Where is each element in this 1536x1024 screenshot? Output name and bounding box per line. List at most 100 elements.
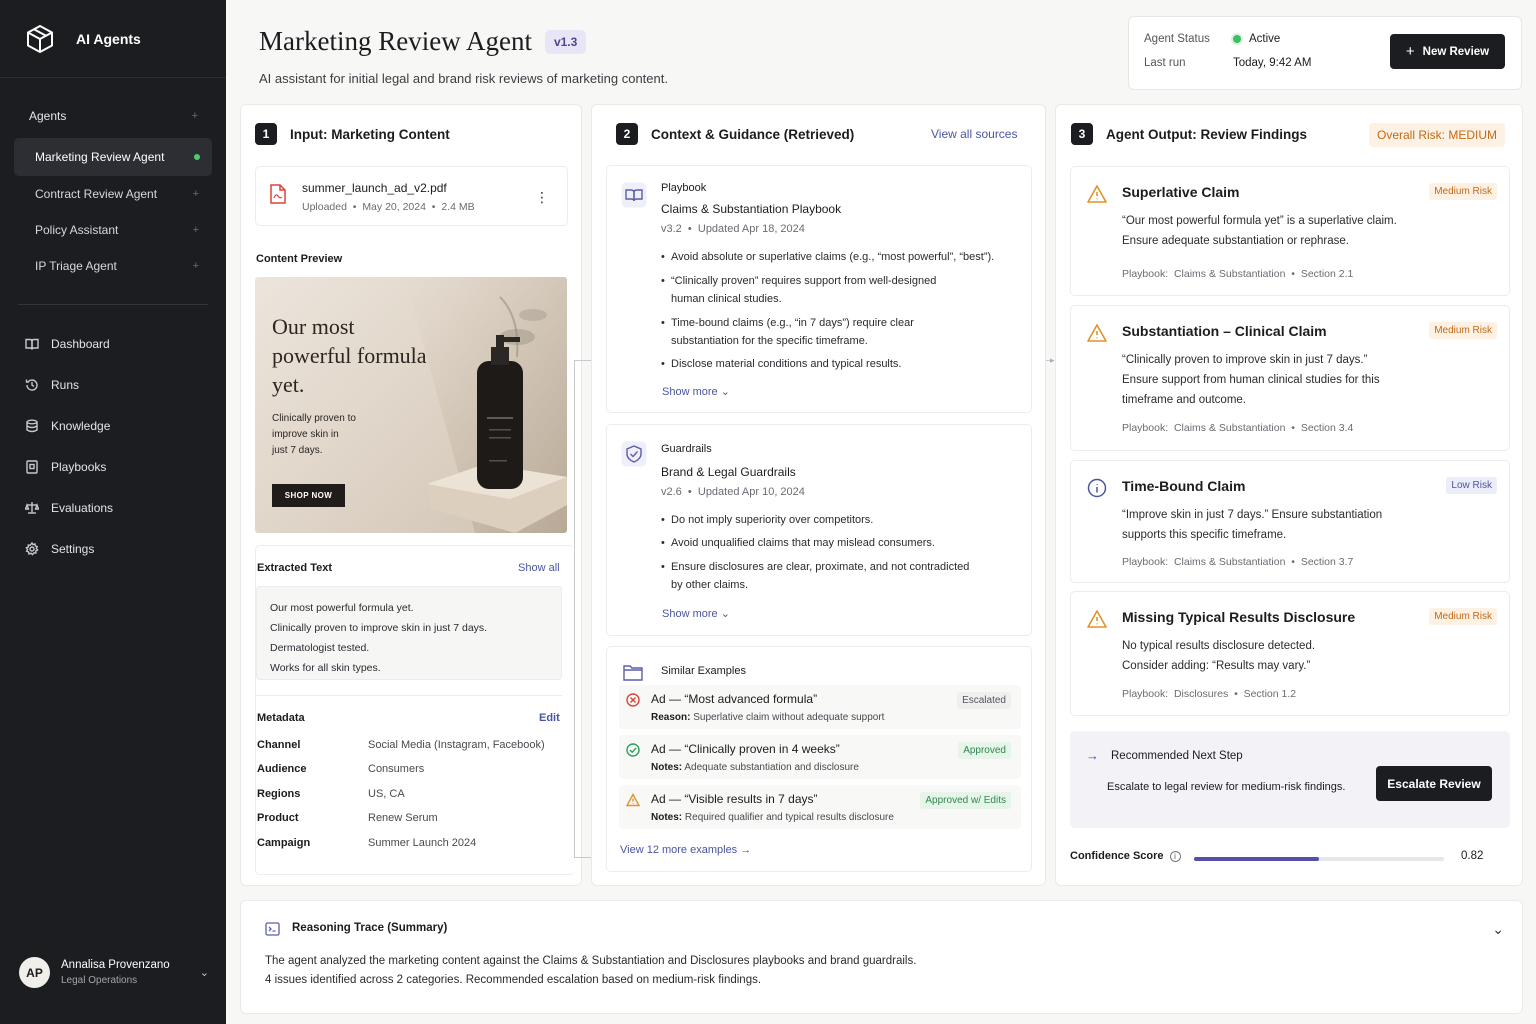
similar-examples-card: Similar Examples Ad — “Most advanced for… [606, 646, 1032, 872]
ref-section: Section 1.2 [1243, 688, 1297, 700]
ref-doc: Claims & Substantiation [1173, 556, 1286, 568]
sidebar-agent-contract-review[interactable]: Contract Review Agent + [0, 176, 226, 212]
x-circle-icon [626, 693, 640, 707]
version-text: v2.6 [661, 486, 682, 498]
finding-card[interactable]: Time-Bound Claim Low Risk “Improve skin … [1070, 460, 1510, 583]
nav-dashboard[interactable]: Dashboard [0, 323, 226, 364]
file-card[interactable]: summer_launch_ad_v2.pdf Uploaded • May 2… [255, 166, 568, 226]
finding-body: “Clinically proven to improve skin in ju… [1122, 350, 1442, 410]
example-row[interactable]: Ad — “Visible results in 7 days” Notes: … [619, 785, 1021, 829]
example-title: Ad — “Clinically proven in 4 weeks” [651, 742, 840, 756]
sidebar-agent-ip-triage[interactable]: IP Triage Agent + [0, 248, 226, 284]
finding-card[interactable]: Substantiation – Clinical Claim Medium R… [1070, 305, 1510, 451]
bullet-line: Ensure disclosures are clear, proximate,… [671, 561, 970, 573]
finding-line: “Improve skin in just 7 days.” Ensure su… [1122, 509, 1383, 521]
bullet-line: substantiation for the specific timefram… [671, 335, 868, 347]
nav-evaluations[interactable]: Evaluations [0, 487, 226, 528]
trace-icon [265, 922, 280, 936]
ad-headline-line: powerful formula [272, 343, 427, 368]
ad-headline-line: yet. [272, 372, 305, 397]
output-panel-header: 3 Agent Output: Review Findings [1071, 123, 1307, 145]
note-label: Notes: [651, 762, 683, 773]
scale-icon [25, 501, 39, 514]
page-title: Marketing Review Agent [259, 26, 532, 56]
add-icon[interactable]: + [193, 224, 199, 236]
status-badge: Approved [958, 742, 1011, 759]
add-icon[interactable]: + [193, 188, 199, 200]
more-options-icon[interactable]: ⋮ [535, 189, 549, 206]
ad-body-line: Clinically proven to [272, 413, 356, 424]
user-info: Annalisa Provenzano Legal Operations [61, 959, 200, 986]
user-menu[interactable]: AP Annalisa Provenzano Legal Operations … [19, 957, 209, 988]
view-more-examples-link[interactable]: View 12 more examples → [620, 844, 751, 856]
version-text: v3.2 [661, 223, 682, 235]
nav-label: Settings [51, 541, 95, 556]
add-agent-icon[interactable]: + [192, 110, 198, 122]
sidebar-agent-marketing-review[interactable]: Marketing Review Agent [14, 138, 212, 176]
nav-knowledge[interactable]: Knowledge [0, 405, 226, 446]
finding-reference: Playbook: Claims & Substantiation • Sect… [1122, 556, 1354, 568]
nav-settings[interactable]: Settings [0, 528, 226, 569]
finding-line: No typical results disclosure detected. [1122, 640, 1316, 652]
new-review-button[interactable]: + New Review [1390, 34, 1505, 69]
example-row[interactable]: Ad — “Clinically proven in 4 weeks” Note… [619, 735, 1021, 779]
nav-runs[interactable]: Runs [0, 364, 226, 405]
divider [256, 695, 562, 696]
escalate-review-button[interactable]: Escalate Review [1376, 766, 1492, 801]
guardrail-bullet: Ensure disclosures are clear, proximate,… [661, 558, 969, 594]
metadata-key: Regions [257, 788, 301, 800]
active-status-dot [194, 154, 200, 160]
brand[interactable]: AI Agents [0, 0, 226, 78]
output-panel: 3 Agent Output: Review Findings Overall … [1055, 104, 1523, 886]
step-number: 2 [616, 123, 638, 145]
version-badge: v1.3 [544, 29, 587, 54]
examples-title: Similar Examples [661, 665, 746, 677]
last-run-label: Last run [1144, 57, 1186, 69]
show-more-link[interactable]: Show more ⌄ [662, 385, 730, 398]
arrow-right-icon: → [740, 844, 752, 856]
reasoning-trace[interactable]: Reasoning Trace (Summary) ⌄ The agent an… [240, 900, 1523, 1014]
example-row[interactable]: Ad — “Most advanced formula” Reason: Sup… [619, 685, 1021, 729]
chevron-down-icon[interactable]: ⌄ [200, 966, 209, 979]
reasoning-line: The agent analyzed the marketing content… [265, 955, 917, 967]
guardrail-bullet: Do not imply superiority over competitor… [661, 511, 873, 529]
sidebar: AI Agents Agents + Marketing Review Agen… [0, 0, 226, 1024]
warning-icon [1087, 610, 1107, 628]
metadata-key: Product [257, 812, 299, 824]
finding-card[interactable]: Superlative Claim Medium Risk “Our most … [1070, 166, 1510, 296]
nav-playbooks[interactable]: Playbooks [0, 446, 226, 487]
file-date: May 20, 2024 [362, 201, 426, 213]
show-all-link[interactable]: Show all [518, 562, 560, 574]
confidence-bar [1194, 857, 1444, 861]
status-dot [1233, 35, 1241, 43]
ref-doc: Disclosures [1173, 688, 1229, 700]
output-panel-title: Agent Output: Review Findings [1106, 126, 1307, 142]
confidence-value: 0.82 [1461, 850, 1484, 862]
note-label: Reason: [651, 712, 691, 723]
context-panel: 2 Context & Guidance (Retrieved) View al… [591, 104, 1046, 886]
bullet-line: Disclose material conditions and typical… [671, 358, 902, 370]
playbook-bullet: Disclose material conditions and typical… [661, 355, 902, 373]
agent-list: Marketing Review Agent Contract Review A… [0, 138, 226, 284]
agent-status-card: Agent Status Active Last run Today, 9:42… [1128, 16, 1522, 90]
file-uploaded: Uploaded [302, 201, 347, 213]
sidebar-agent-policy-assistant[interactable]: Policy Assistant + [0, 212, 226, 248]
risk-badge: Medium Risk [1429, 183, 1497, 200]
info-icon[interactable]: i [1169, 850, 1181, 862]
finding-card[interactable]: Missing Typical Results Disclosure Mediu… [1070, 591, 1510, 716]
guardrails-card: Guardrails Brand & Legal Guardrails v2.6… [606, 424, 1032, 636]
show-more-label: Show more [662, 386, 718, 398]
status-value: Active [1233, 33, 1280, 45]
finding-reference: Playbook: Claims & Substantiation • Sect… [1122, 268, 1354, 280]
chevron-down-icon: ⌄ [720, 386, 730, 398]
overall-risk-badge: Overall Risk: MEDIUM [1369, 123, 1506, 147]
add-icon[interactable]: + [193, 260, 199, 272]
show-more-link[interactable]: Show more ⌄ [662, 607, 730, 620]
warning-icon [626, 793, 640, 807]
edit-metadata-link[interactable]: Edit [539, 712, 560, 724]
chevron-down-icon[interactable]: ⌄ [1492, 921, 1504, 938]
input-panel-title: Input: Marketing Content [290, 126, 450, 142]
view-all-sources-link[interactable]: View all sources [931, 127, 1017, 141]
finding-line: Ensure adequate substantiation or rephra… [1122, 235, 1349, 247]
confidence-bar-fill [1194, 857, 1319, 861]
